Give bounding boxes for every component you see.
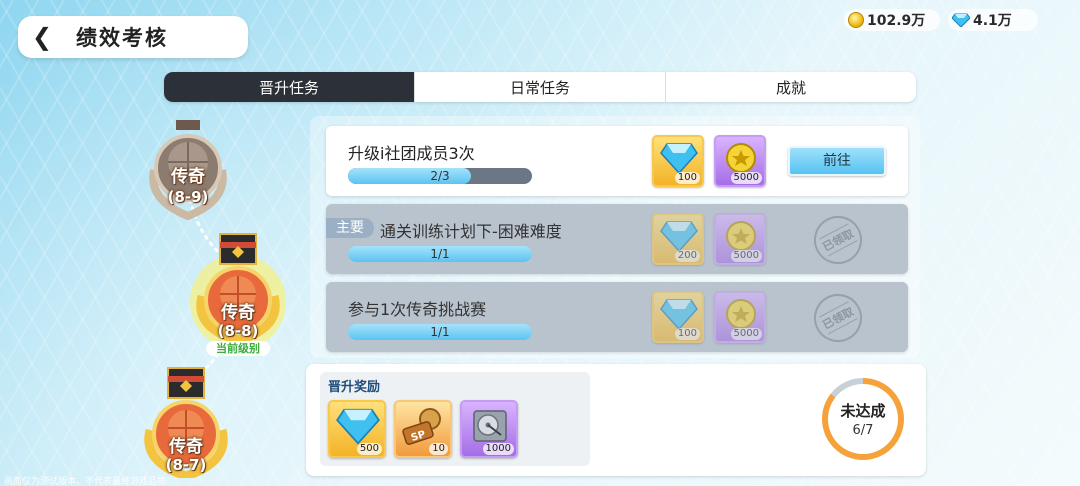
reward-coin[interactable]: 5000: [714, 213, 766, 265]
coin-icon: [726, 221, 756, 251]
claimed-label: 已领取: [818, 301, 858, 335]
reward-coin[interactable]: 5000: [714, 291, 766, 343]
reward-count: 500: [356, 443, 382, 455]
tab-promotion-tasks[interactable]: 晋升任务: [164, 72, 414, 102]
promotion-reward-box: 晋升奖励 500 SP 10 1000: [320, 372, 590, 466]
tab-bar: 晋升任务 日常任务 成就: [164, 72, 916, 102]
reward-count: 100: [674, 172, 700, 184]
medal-level-8-8[interactable]: 传奇 (8-8): [188, 230, 288, 350]
main-task-tag: 主要: [326, 218, 374, 238]
task-name: 参与1次传奇挑战赛: [348, 300, 487, 319]
reward-count: 10: [429, 443, 448, 455]
promotion-reward-title: 晋升奖励: [328, 380, 381, 395]
medal-level-label: (8-9): [167, 188, 209, 206]
diamond-icon: [660, 299, 698, 330]
reward-diamond[interactable]: 100: [652, 135, 704, 187]
reward-count: 1000: [482, 443, 514, 455]
gold-amount: 102.9万: [867, 13, 926, 29]
promotion-reward-sp-ticket[interactable]: SP 10: [394, 400, 452, 458]
gold-currency[interactable]: 102.9万: [844, 9, 940, 31]
reward-count: 5000: [730, 172, 762, 184]
go-button[interactable]: 前往: [788, 146, 886, 176]
coin-icon: [726, 299, 756, 329]
task-row: 主要 通关训练计划下-困难难度 1/1 200 5000 已领取: [326, 204, 908, 274]
reward-count: 200: [674, 250, 700, 262]
diamond-amount: 4.1万: [973, 13, 1012, 29]
tab-daily-tasks[interactable]: 日常任务: [414, 72, 665, 102]
task-progress-bar: 2/3: [348, 168, 532, 184]
task-progress-bar: 1/1: [348, 324, 532, 340]
task-progress-text: 2/3: [430, 169, 450, 183]
promotion-count-text: 6/7: [852, 423, 874, 438]
task-progress-bar: 1/1: [348, 246, 532, 262]
medal-level-label: (8-7): [165, 456, 207, 474]
chevron-left-icon: ❮: [31, 23, 53, 51]
diamond-icon: [660, 221, 698, 252]
promotion-reward-hard-drive[interactable]: 1000: [460, 400, 518, 458]
medal-rank-label: 传奇: [221, 303, 255, 323]
medal-rank-label: 传奇: [171, 167, 205, 187]
task-progress-text: 1/1: [430, 247, 450, 261]
hard-drive-icon: [473, 410, 507, 442]
back-button[interactable]: ❮ 绩效考核: [18, 16, 248, 58]
medal-level-label: (8-8): [217, 322, 259, 340]
coin-icon: [726, 143, 756, 173]
reward-count: 5000: [730, 328, 762, 340]
page-title: 绩效考核: [76, 26, 168, 50]
tab-achievements[interactable]: 成就: [665, 72, 916, 102]
task-row: 升级i社团成员3次 2/3 100 5000 前往: [326, 126, 908, 196]
reward-count: 5000: [730, 250, 762, 262]
diamond-icon: [952, 13, 970, 27]
reward-diamond[interactable]: 200: [652, 213, 704, 265]
diamond-icon: [336, 408, 380, 445]
claimed-stamp: 已领取: [805, 207, 871, 273]
coin-icon: [848, 12, 864, 28]
claimed-stamp: 已领取: [805, 285, 871, 351]
task-name: 通关训练计划下-困难难度: [380, 222, 562, 241]
medal-level-8-7[interactable]: 传奇 (8-7): [138, 366, 234, 481]
medal-level-8-9[interactable]: 传奇 (8-9): [142, 120, 234, 221]
test-version-notice: 画面仅为测试版本，不代表最终游戏品质: [4, 477, 167, 486]
medal-rank-label: 传奇: [169, 437, 203, 457]
task-row: 参与1次传奇挑战赛 1/1 100 5000 已领取: [326, 282, 908, 352]
current-level-badge: 当前级别: [206, 341, 270, 356]
promotion-reward-diamond[interactable]: 500: [328, 400, 386, 458]
promotion-status-inner: 未达成 6/7: [828, 384, 898, 454]
reward-coin[interactable]: 5000: [714, 135, 766, 187]
reward-count: 100: [674, 328, 700, 340]
promotion-status-ring: 未达成 6/7: [822, 378, 904, 460]
diamond-currency[interactable]: 4.1万: [948, 9, 1038, 31]
sp-ticket-icon: SP: [402, 408, 441, 445]
task-name: 升级i社团成员3次: [348, 144, 475, 163]
claimed-label: 已领取: [818, 223, 858, 257]
task-progress-text: 1/1: [430, 325, 450, 339]
promotion-status-text: 未达成: [840, 402, 886, 420]
reward-diamond[interactable]: 100: [652, 291, 704, 343]
diamond-icon: [660, 143, 698, 174]
